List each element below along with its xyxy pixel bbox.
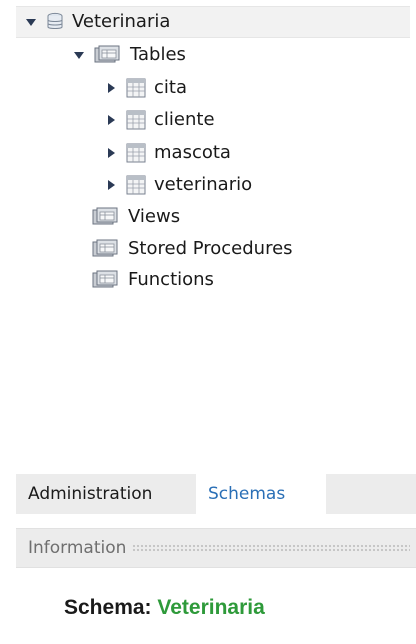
views-label: Views [128,206,181,227]
grip-dots [132,544,410,552]
tree-node-table-cita[interactable]: cita [104,73,187,103]
information-title: Information [28,538,127,558]
expand-arrow-right-icon[interactable] [104,146,118,160]
table-icon [126,175,146,195]
schema-info-value: Veterinaria [157,596,265,619]
schema-info-key: Schema: [64,596,158,619]
tree-node-tables[interactable]: Tables [72,40,186,70]
expand-arrow-right-icon[interactable] [104,113,118,127]
schema-label: Veterinaria [72,11,171,32]
stored-procedures-label: Stored Procedures [128,238,293,259]
tree-node-views[interactable]: Views [92,202,180,232]
folder-icon [92,270,120,290]
schema-navigator-panel: Veterinaria Tables cita cliente mascota … [0,0,416,644]
information-panel-header[interactable]: Information [16,528,416,568]
table-icon [126,110,146,130]
tree-node-table-veterinario[interactable]: veterinario [104,170,252,200]
database-icon [46,12,64,32]
tree-node-table-cliente[interactable]: cliente [104,105,215,135]
table-label: cita [154,77,187,98]
tree-node-stored-procedures[interactable]: Stored Procedures [92,234,293,264]
table-icon [126,78,146,98]
tree-node-table-mascota[interactable]: mascota [104,138,231,168]
tab-administration[interactable]: Administration [16,474,196,514]
folder-icon [94,45,122,65]
table-icon [126,143,146,163]
expand-arrow-right-icon[interactable] [104,81,118,95]
table-label: cliente [154,109,215,130]
expand-arrow-down-icon[interactable] [72,48,86,62]
tables-label: Tables [130,44,186,65]
table-label: veterinario [154,174,253,195]
information-panel-body: Schema: Veterinaria [16,568,416,644]
tree-node-schema-veterinaria[interactable]: Veterinaria [16,6,410,38]
tree-node-functions[interactable]: Functions [92,265,214,295]
schema-tree: Veterinaria Tables cita cliente mascota … [0,0,416,470]
schema-info-line: Schema: Veterinaria [64,596,265,620]
navigator-tabbar: Administration Schemas [16,474,416,514]
tabbar-filler [326,474,416,514]
tab-schemas[interactable]: Schemas [196,474,326,514]
folder-icon [92,207,120,227]
functions-label: Functions [128,269,214,290]
expand-arrow-right-icon[interactable] [104,178,118,192]
folder-icon [92,239,120,259]
expand-arrow-down-icon[interactable] [24,15,38,29]
table-label: mascota [154,142,231,163]
